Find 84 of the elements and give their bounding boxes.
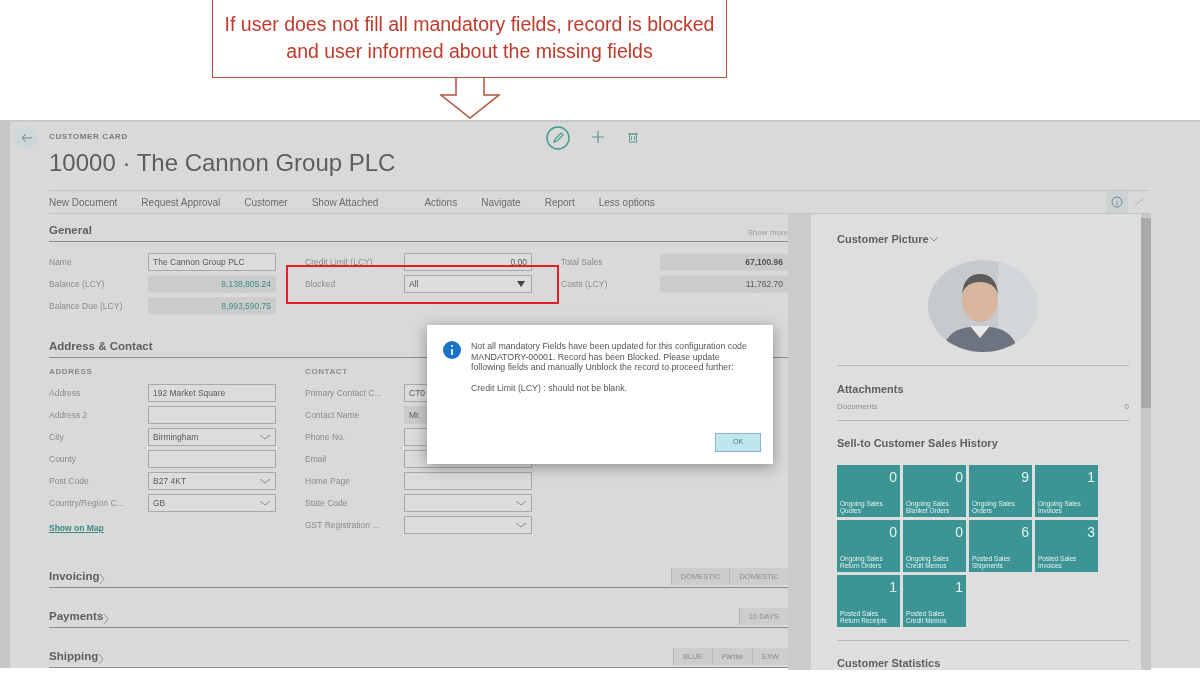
factbox-title[interactable]: Customer Picture bbox=[837, 233, 929, 245]
action-menu-item[interactable]: Request Approval bbox=[141, 194, 221, 210]
callout-text: If user does not fill all mandatory fields, record is blocked and user informed about the missing fields bbox=[212, 0, 727, 78]
pencil-icon bbox=[546, 126, 570, 150]
action-menu-item[interactable]: Show Attached bbox=[311, 194, 379, 210]
dropdown-field[interactable]: GB bbox=[148, 494, 276, 512]
field-label: Post Code bbox=[49, 474, 90, 488]
back-arrow-icon bbox=[19, 132, 33, 144]
field-label: Address bbox=[49, 386, 82, 400]
factbox-title: Sell-to Customer Sales History bbox=[837, 437, 998, 449]
chevron-right-icon bbox=[99, 573, 107, 585]
info-icon bbox=[443, 341, 461, 359]
field-label: County bbox=[49, 452, 77, 466]
factbox-title: Attachments bbox=[837, 383, 904, 395]
field-label: Country/Region C... bbox=[49, 496, 125, 510]
field-label: Name bbox=[49, 255, 73, 269]
back-button[interactable] bbox=[14, 126, 38, 150]
chevron-down-icon bbox=[259, 500, 271, 506]
chevron-down-icon bbox=[515, 500, 527, 506]
edit-button[interactable] bbox=[546, 126, 570, 150]
page-title: 10000 · The Cannon Group PLC bbox=[49, 148, 396, 178]
delete-button[interactable] bbox=[628, 132, 638, 143]
section-title[interactable]: Shipping bbox=[49, 647, 99, 665]
factbox-title: Customer Statistics bbox=[837, 657, 941, 669]
trash-icon bbox=[628, 132, 638, 143]
chevron-down-icon bbox=[259, 478, 271, 484]
amount-field[interactable]: 9,138,805.24 bbox=[148, 275, 276, 293]
dialog-message: Not all mandatory Fields have been updated for this configuration code MANDATORY-00001. Record has been Blocked. Please update following fields and manually Unblock the record to proceed further: bbox=[471, 341, 748, 373]
chevron-right-icon bbox=[103, 613, 111, 625]
collapse-icon bbox=[1134, 197, 1144, 207]
section-title: Address & Contact bbox=[49, 338, 153, 354]
callout-arrow bbox=[440, 77, 500, 119]
dropdown-field[interactable] bbox=[404, 494, 532, 512]
chevron-down-icon bbox=[259, 434, 271, 440]
field-label: Phone No. bbox=[305, 430, 347, 444]
field-label: GST Registration ... bbox=[305, 518, 381, 532]
field-label: City bbox=[49, 430, 65, 444]
field-label: Balance Due (LCY) bbox=[49, 299, 124, 313]
input-field[interactable] bbox=[148, 450, 276, 468]
field-label: Home Page bbox=[305, 474, 351, 488]
input-field[interactable] bbox=[404, 472, 532, 490]
field-label: Costs (LCY) bbox=[561, 277, 609, 291]
field-label: Blocked bbox=[305, 277, 337, 291]
info-icon bbox=[1111, 196, 1123, 208]
field-label: Primary Contact C... bbox=[305, 386, 383, 400]
new-button[interactable] bbox=[592, 131, 604, 143]
amount-field: 11,762.70 bbox=[660, 275, 788, 293]
plus-icon bbox=[592, 131, 604, 143]
field-label: State Code bbox=[305, 496, 349, 510]
show-on-map-link[interactable]: Show on Map bbox=[49, 522, 104, 535]
dialog-detail: Credit Limit (LCY) : should not be blank. bbox=[471, 382, 628, 393]
field-label: Contact Name bbox=[305, 408, 361, 422]
scrollbar-thumb[interactable] bbox=[1141, 218, 1151, 408]
dropdown-field[interactable]: B27 4KT bbox=[148, 472, 276, 490]
page-caption: CUSTOMER CARD bbox=[49, 131, 128, 143]
action-menu-item[interactable]: New Document bbox=[49, 194, 118, 210]
action-menu-item[interactable]: Navigate bbox=[481, 194, 521, 210]
chevron-down-icon bbox=[515, 522, 527, 528]
dropdown-field[interactable]: Birmingham bbox=[148, 428, 276, 446]
field-label: Balance (LCY) bbox=[49, 277, 106, 291]
action-menu-item[interactable]: Less options bbox=[598, 194, 655, 210]
action-menu-item[interactable]: Actions bbox=[424, 194, 458, 210]
triangle-down-icon bbox=[517, 281, 525, 287]
amount-field: 67,100.96 bbox=[660, 253, 788, 271]
attachment-label[interactable]: Documents bbox=[837, 401, 878, 413]
amount-field[interactable]: 8,993,590.75 bbox=[148, 297, 276, 315]
group-heading: CONTACT bbox=[305, 366, 348, 378]
group-heading: ADDRESS bbox=[49, 366, 93, 378]
factbox-toggle-button[interactable] bbox=[1106, 191, 1128, 213]
section-title[interactable]: Invoicing bbox=[49, 567, 100, 585]
chevron-down-icon bbox=[928, 235, 939, 242]
section-title: General bbox=[49, 222, 92, 238]
section-title[interactable]: Payments bbox=[49, 607, 104, 625]
chevron-right-icon bbox=[98, 653, 106, 665]
input-field[interactable]: The Cannon Group PLC bbox=[148, 253, 276, 271]
action-menu-item[interactable]: Report bbox=[544, 194, 575, 210]
input-field[interactable]: 192 Market Square bbox=[148, 384, 276, 402]
field-label: Address 2 bbox=[49, 408, 89, 422]
dropdown-field[interactable] bbox=[404, 516, 532, 534]
input-field[interactable] bbox=[148, 406, 276, 424]
action-menu-item[interactable]: Customer bbox=[244, 194, 288, 210]
dropdown-field[interactable]: All bbox=[404, 275, 532, 293]
field-label: Total Sales bbox=[561, 255, 604, 269]
field-label: Email bbox=[305, 452, 328, 466]
